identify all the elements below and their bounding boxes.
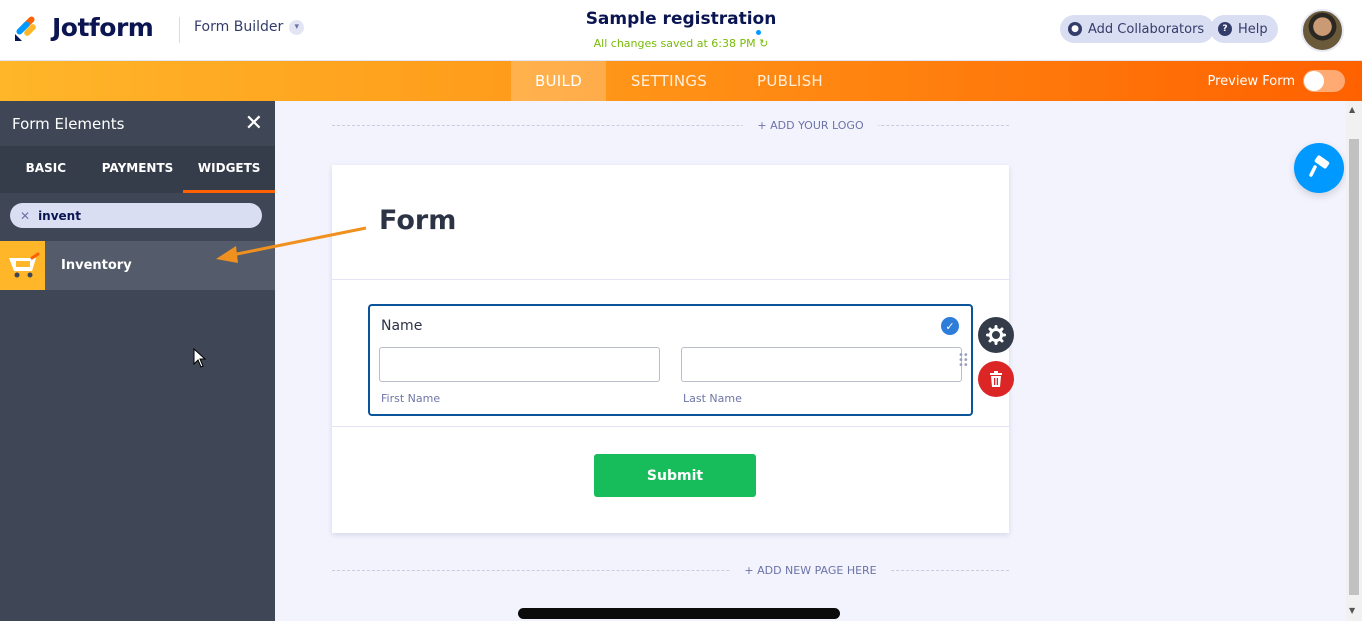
- form-canvas: + ADD YOUR LOGO Form Name ✓ •• •• •• First…: [275, 101, 1346, 621]
- preview-form-label: Preview Form: [1207, 73, 1295, 89]
- preview-form-toggle[interactable]: [1303, 70, 1345, 92]
- widget-search-input[interactable]: ✕ invent: [10, 203, 262, 228]
- tab-basic[interactable]: BASIC: [0, 146, 92, 193]
- scroll-down-icon[interactable]: ▼: [1349, 606, 1355, 615]
- canvas-scrollbar[interactable]: ▲ ▼: [1346, 101, 1362, 621]
- first-name-input[interactable]: [379, 347, 660, 382]
- avatar[interactable]: [1301, 9, 1344, 52]
- form-card: Form Name ✓ •• •• •• First Name Last Name: [332, 165, 1014, 533]
- panel-header: Form Elements ✕: [0, 101, 275, 146]
- form-elements-panel: Form Elements ✕ BASIC PAYMENTS WIDGETS ✕…: [0, 101, 276, 621]
- panel-tabs: BASIC PAYMENTS WIDGETS: [0, 146, 276, 193]
- tab-build[interactable]: BUILD: [511, 61, 606, 101]
- name-field-label[interactable]: Name: [381, 318, 422, 334]
- main-nav: BUILD SETTINGS PUBLISH Preview Form: [0, 61, 1362, 101]
- add-collaborators-button[interactable]: ● Add Collaborators: [1060, 15, 1215, 43]
- refresh-icon: ↻: [759, 37, 769, 50]
- home-indicator: [518, 608, 840, 619]
- help-button[interactable]: ? Help: [1210, 15, 1278, 43]
- widget-item-label: Inventory: [61, 258, 132, 273]
- tab-widgets[interactable]: WIDGETS: [183, 146, 276, 193]
- last-name-sublabel: Last Name: [683, 392, 742, 405]
- add-logo-label: + ADD YOUR LOGO: [743, 119, 878, 132]
- search-value: invent: [38, 208, 81, 223]
- drag-handle-icon[interactable]: •• •• ••: [958, 351, 969, 371]
- trash-icon[interactable]: [978, 361, 1014, 397]
- add-page-label: + ADD NEW PAGE HERE: [730, 564, 891, 577]
- close-icon[interactable]: ✕: [245, 112, 263, 135]
- panel-title: Form Elements: [12, 114, 125, 133]
- field-divider: [332, 426, 1009, 427]
- name-field[interactable]: Name ✓ •• •• •• First Name Last Name: [368, 304, 973, 416]
- scroll-thumb[interactable]: [1349, 139, 1359, 595]
- form-heading[interactable]: Form: [379, 205, 456, 236]
- scroll-up-icon[interactable]: ▲: [1349, 105, 1355, 114]
- widget-item-inventory[interactable]: Inventory: [0, 241, 275, 290]
- clear-search-icon[interactable]: ✕: [20, 209, 30, 223]
- mouse-cursor-icon: [193, 348, 207, 368]
- question-icon: ?: [1218, 22, 1232, 36]
- add-logo-link[interactable]: + ADD YOUR LOGO: [275, 119, 1346, 132]
- save-status-text: All changes saved at 6:38 PM: [593, 37, 756, 50]
- heading-divider: [332, 279, 1009, 280]
- last-name-input[interactable]: [681, 347, 962, 382]
- first-name-sublabel: First Name: [381, 392, 441, 405]
- add-collaborators-label: Add Collaborators: [1088, 21, 1205, 37]
- add-page-link[interactable]: + ADD NEW PAGE HERE: [275, 564, 1346, 577]
- submit-button[interactable]: Submit: [594, 454, 756, 497]
- user-icon: ●: [1068, 22, 1082, 36]
- required-check-icon[interactable]: ✓: [941, 317, 959, 335]
- help-label: Help: [1238, 21, 1268, 37]
- preview-form-toggle-group: Preview Form: [1208, 70, 1345, 92]
- tab-settings[interactable]: SETTINGS: [615, 61, 723, 101]
- tab-payments[interactable]: PAYMENTS: [92, 146, 184, 193]
- top-header: Jotform Form Builder ▾ Sample registrati…: [0, 0, 1362, 61]
- title-edit-dot: [756, 30, 761, 35]
- gear-icon[interactable]: [978, 317, 1014, 353]
- paint-roller-icon[interactable]: [1294, 143, 1344, 193]
- tab-publish[interactable]: PUBLISH: [740, 61, 840, 101]
- shopping-cart-icon: [0, 241, 45, 290]
